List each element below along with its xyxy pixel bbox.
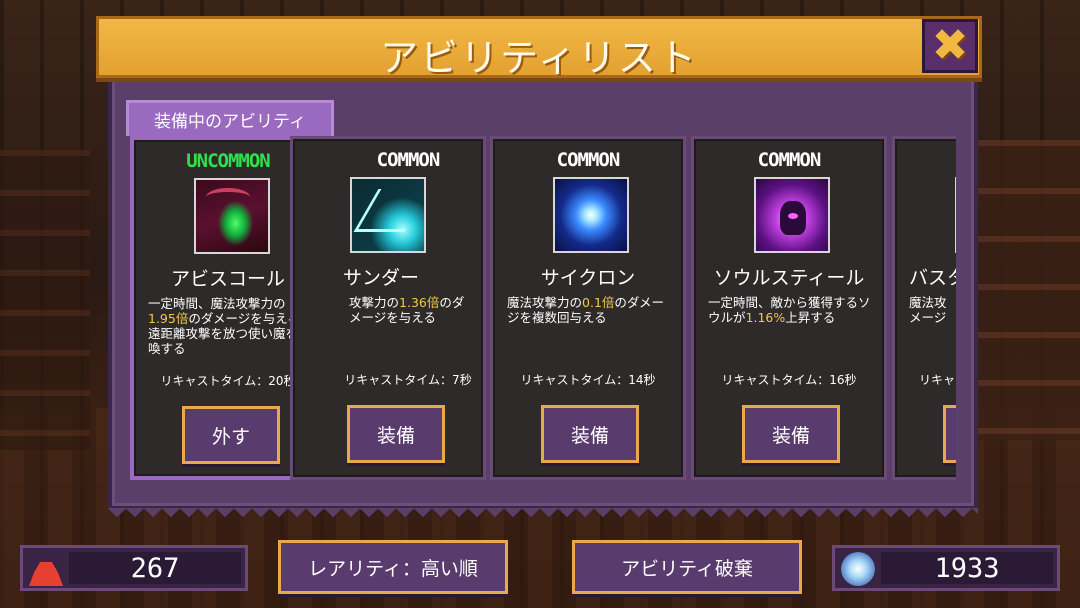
souls-count: 267 [69, 552, 241, 584]
recast-time: リキャストタイム：16秒 [721, 373, 857, 387]
rarity-label: COMMON [757, 149, 822, 171]
equip-button[interactable]: 装備 [541, 405, 639, 463]
crystal-icon [841, 552, 875, 586]
cyclone-icon [553, 177, 629, 253]
crystals-count: 1933 [881, 552, 1053, 584]
close-button[interactable]: ✖ [922, 19, 978, 73]
rarity-label: COMMON [556, 149, 621, 171]
recast-time: リキャストタイム：14秒 [520, 373, 656, 387]
equip-button[interactable]: 装備 [742, 405, 840, 463]
ability-cards-area[interactable]: UNCOMMON アビスコール 一定時間、魔法攻撃力の1.95倍のダメージを与え… [126, 136, 956, 482]
equip-button[interactable]: 装備 [347, 405, 445, 463]
ability-description: 一定時間、魔法攻撃力の1.95倍のダメージを与える遠距離攻撃を放つ使い魔を召喚す… [148, 296, 311, 356]
ability-card-buster[interactable]: C バスタ 魔法攻メージ リキャ 装備 [892, 136, 956, 480]
close-icon: ✖ [931, 20, 969, 71]
equip-button[interactable]: 装備 [943, 405, 956, 463]
page-title: アビリティリスト [380, 36, 698, 80]
background-bookshelf [970, 140, 1080, 440]
ability-name: サンダー [343, 267, 420, 289]
rarity-label: COMMON [376, 149, 441, 171]
panel-bottom-edge [108, 508, 978, 526]
discard-ability-button[interactable]: アビリティ破棄 [572, 540, 802, 594]
crystals-counter: 1933 [832, 545, 1060, 591]
ability-description: 魔法攻 メージ [909, 295, 947, 325]
title-bar: アビリティリスト [96, 16, 982, 80]
reaper-icon [194, 178, 270, 254]
unequip-button[interactable]: 外す [182, 406, 280, 464]
ability-description: 魔法攻撃力の0.1倍のダメージを複数回与える [507, 295, 665, 325]
recast-time: リキャ [919, 373, 956, 387]
ability-name: バスタ [909, 267, 956, 289]
ability-card-thunder[interactable]: COMMON サンダー 攻撃力の1.36倍のダメージを与える リキャストタイム：… [290, 136, 486, 480]
background-shelf-left [0, 150, 90, 450]
rarity-label: C [955, 149, 956, 171]
thunder-icon [350, 177, 426, 253]
ability-name: サイクロン [540, 267, 636, 289]
equipped-ability-tab: 装備中のアビリティ [126, 100, 334, 136]
ability-description: 攻撃力の1.36倍のダメージを与える [349, 295, 465, 325]
ability-card-soul-steal[interactable]: COMMON ソウルスティール 一定時間、敵から獲得するソウルが1.16%上昇す… [691, 136, 887, 480]
sort-rarity-button[interactable]: レアリティ：高い順 [278, 540, 508, 594]
souls-counter: 267 [20, 545, 248, 591]
soul-gem-icon [29, 552, 63, 586]
ability-description: 一定時間、敵から獲得するソウルが1.16%上昇する [708, 295, 871, 325]
recast-time: リキャストタイム：7秒 [344, 373, 472, 387]
ability-name: ソウルスティール [713, 267, 865, 289]
soul-steal-icon [754, 177, 830, 253]
ability-card-cyclone[interactable]: COMMON サイクロン 魔法攻撃力の0.1倍のダメージを複数回与える リキャス… [490, 136, 686, 480]
fire-icon [955, 177, 956, 253]
